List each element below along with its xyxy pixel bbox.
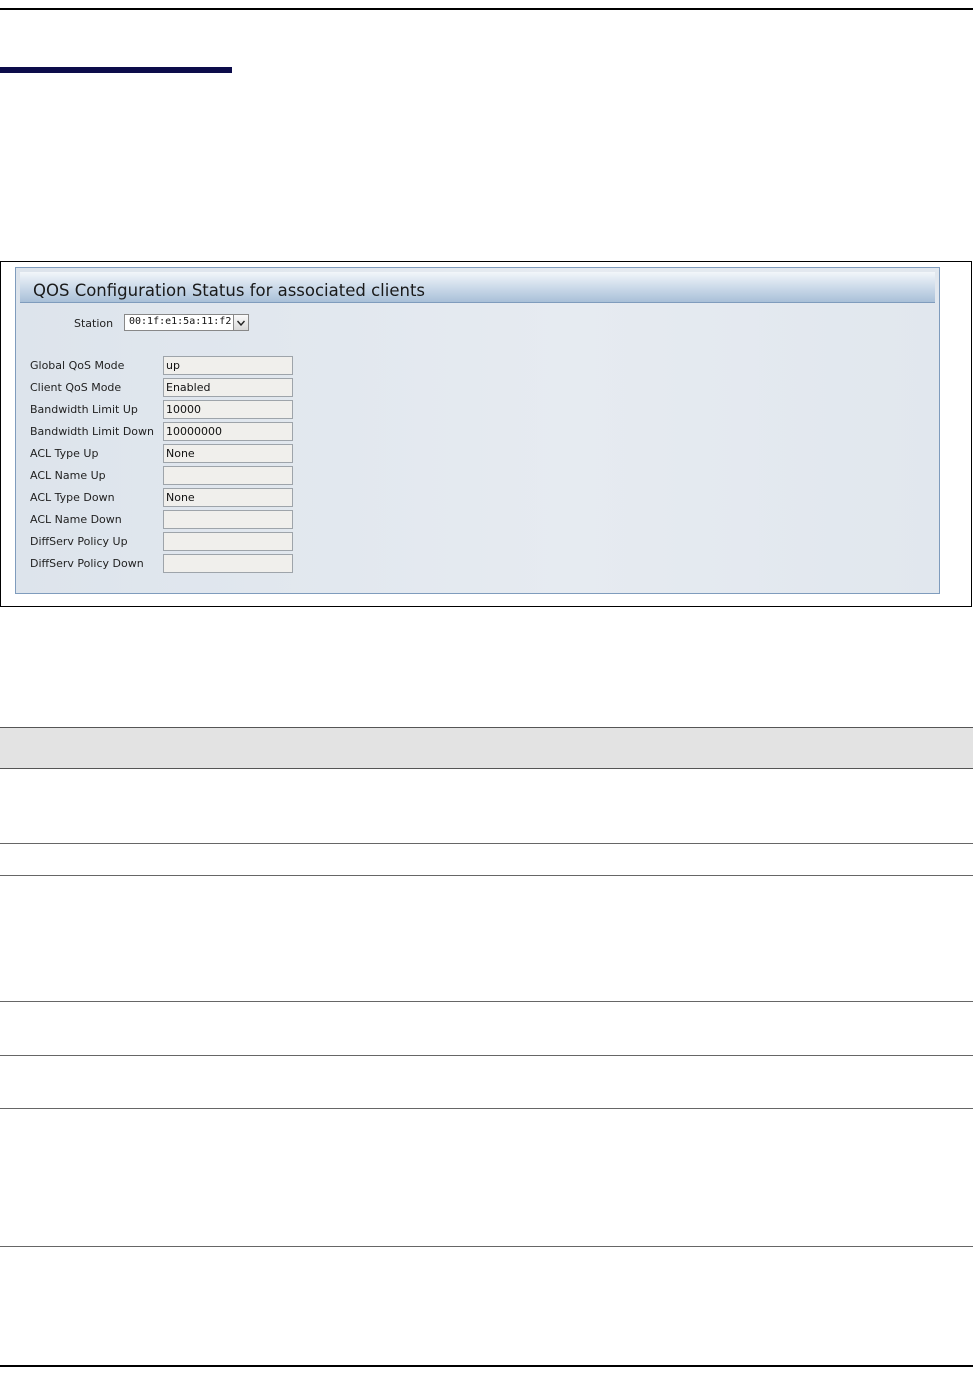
client-qos-mode-field[interactable]: Enabled [163,378,293,397]
field-value: None [166,447,195,460]
chevron-down-icon[interactable] [233,315,248,330]
table-row-divider [0,843,973,844]
bandwidth-limit-up-field[interactable]: 10000 [163,400,293,419]
bandwidth-limit-down-field[interactable]: 10000000 [163,422,293,441]
station-label: Station [74,317,114,330]
field-row-acl-type-up: ACL Type Up None [16,444,316,464]
table-row-divider [0,1246,973,1247]
field-label: Bandwidth Limit Up [30,403,138,416]
table-row-divider [0,1001,973,1002]
top-rule [0,8,973,10]
field-value: None [166,491,195,504]
acl-name-down-field[interactable] [163,510,293,529]
field-row-acl-type-down: ACL Type Down None [16,488,316,508]
global-qos-mode-field[interactable]: up [163,356,293,375]
field-label: DiffServ Policy Up [30,535,128,548]
station-select[interactable]: 00:1f:e1:5a:11:f2 [124,314,249,331]
field-label: DiffServ Policy Down [30,557,144,570]
field-label: ACL Type Up [30,447,99,460]
station-select-value: 00:1f:e1:5a:11:f2 [129,316,232,327]
panel-title: QOS Configuration Status for associated … [33,281,426,300]
acl-name-up-field[interactable] [163,466,293,485]
field-row-diffserv-policy-up: DiffServ Policy Up [16,532,316,552]
table-row-divider [0,1108,973,1109]
table-header-band [0,727,973,769]
field-label: ACL Type Down [30,491,115,504]
field-value: 10000000 [166,425,222,438]
screenshot-figure: QOS Configuration Status for associated … [0,261,972,607]
field-row-client-qos-mode: Client QoS Mode Enabled [16,378,316,398]
diffserv-policy-down-field[interactable] [163,554,293,573]
section-accent-bar [0,67,232,73]
field-row-bandwidth-limit-up: Bandwidth Limit Up 10000 [16,400,316,420]
table-row-divider [0,1055,973,1056]
field-label: Client QoS Mode [30,381,122,394]
field-value: 10000 [166,403,201,416]
qos-status-panel: QOS Configuration Status for associated … [15,267,940,594]
field-label: ACL Name Down [30,513,122,526]
field-label: Bandwidth Limit Down [30,425,154,438]
bottom-rule [0,1365,973,1367]
field-value: Enabled [166,381,211,394]
field-row-bandwidth-limit-down: Bandwidth Limit Down 10000000 [16,422,316,442]
panel-header: QOS Configuration Status for associated … [20,272,935,303]
field-label: ACL Name Up [30,469,106,482]
field-row-acl-name-down: ACL Name Down [16,510,316,530]
table-row-divider [0,875,973,876]
field-row-diffserv-policy-down: DiffServ Policy Down [16,554,316,574]
acl-type-up-field[interactable]: None [163,444,293,463]
field-label: Global QoS Mode [30,359,125,372]
field-row-acl-name-up: ACL Name Up [16,466,316,486]
field-row-global-qos-mode: Global QoS Mode up [16,356,316,376]
diffserv-policy-up-field[interactable] [163,532,293,551]
field-value: up [166,359,180,372]
acl-type-down-field[interactable]: None [163,488,293,507]
